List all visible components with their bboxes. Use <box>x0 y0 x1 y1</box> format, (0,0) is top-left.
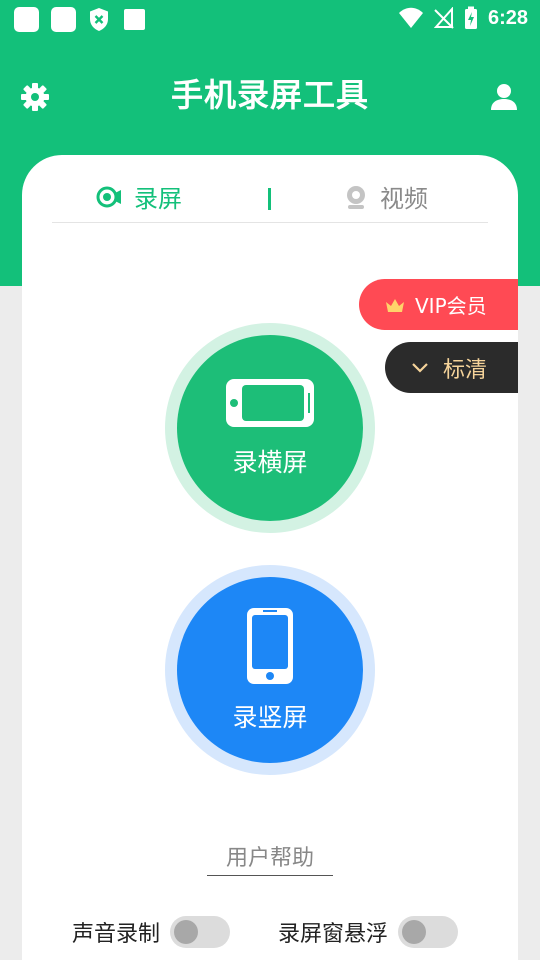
clock: 6:28 <box>487 6 528 29</box>
shield-icon <box>90 8 108 31</box>
wifi-icon <box>398 7 423 28</box>
notification-icon <box>14 7 39 32</box>
notification-icon <box>124 9 145 30</box>
record-portrait-label: 录竖屏 <box>232 703 308 732</box>
portrait-phone-icon <box>247 608 293 684</box>
vip-button[interactable]: VIP会员 <box>359 279 518 330</box>
chevron-down-icon <box>412 362 428 373</box>
tab-label: 录屏 <box>134 185 182 213</box>
main-card: 录屏 视频 <box>22 155 518 960</box>
battery-icon <box>464 6 477 29</box>
quality-label: 标清 <box>443 357 488 383</box>
quality-selector[interactable]: 标清 <box>385 342 518 393</box>
floating-window-toggle[interactable] <box>398 916 459 948</box>
no-signal-icon <box>433 7 454 29</box>
audio-record-option: 声音录制 <box>72 916 231 948</box>
tab-label: 视频 <box>380 185 428 213</box>
page-title: 手机录屏工具 <box>170 76 369 114</box>
record-icon <box>96 186 121 207</box>
help-link[interactable]: 用户帮助 <box>207 842 333 876</box>
audio-record-toggle[interactable] <box>170 916 231 948</box>
tab-video[interactable]: 视频 <box>344 179 428 214</box>
tab-record[interactable]: 录屏 <box>96 179 182 214</box>
crown-icon <box>386 298 404 312</box>
record-landscape-button[interactable]: 录横屏 <box>177 335 363 521</box>
floating-window-option: 录屏窗悬浮 <box>278 916 459 948</box>
status-bar: 6:28 <box>0 0 540 38</box>
floating-window-label: 录屏窗悬浮 <box>278 922 389 947</box>
audio-record-label: 声音录制 <box>72 922 161 947</box>
tab-divider <box>268 188 271 210</box>
landscape-phone-icon <box>226 379 314 427</box>
tab-bar: 录屏 视频 <box>52 165 488 223</box>
record-landscape-label: 录横屏 <box>232 448 308 477</box>
vip-label: VIP会员 <box>415 294 487 318</box>
user-icon[interactable] <box>489 82 519 112</box>
camera-icon <box>347 185 365 209</box>
record-portrait-button[interactable]: 录竖屏 <box>177 577 363 763</box>
notification-icon <box>51 7 76 32</box>
